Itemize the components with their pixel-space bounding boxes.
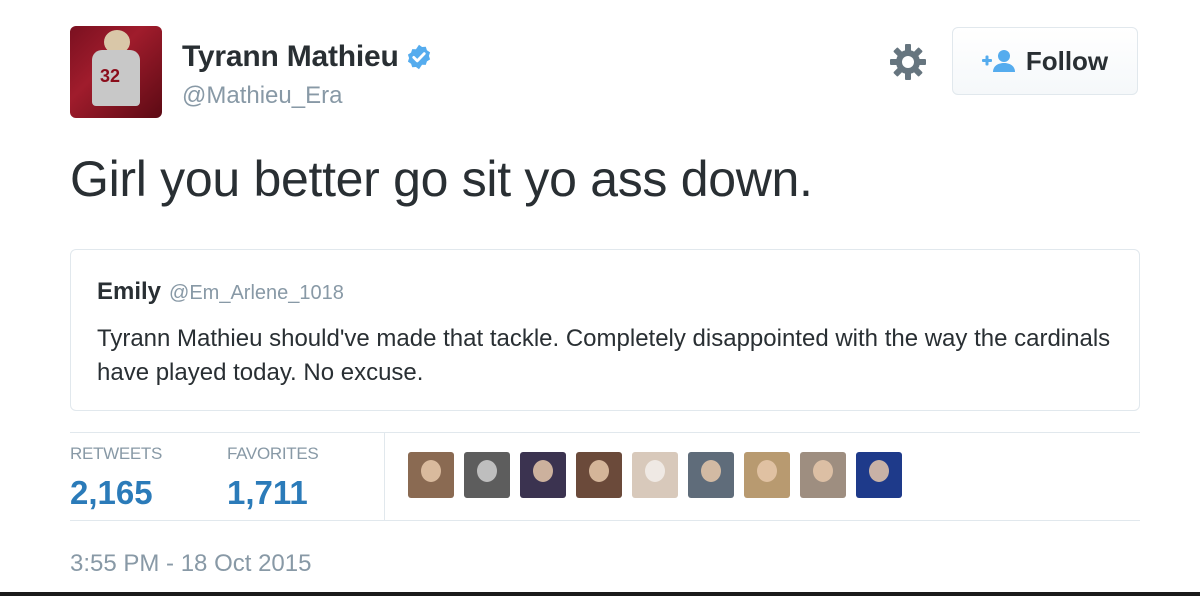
favoriter-avatar[interactable] [464,452,510,498]
favoriter-avatar[interactable] [408,452,454,498]
verified-badge-icon [407,44,430,70]
follow-button[interactable]: Follow [952,27,1138,95]
favorites-stat[interactable]: FAVORITES 1,711 [227,444,319,512]
quoted-tweet[interactable]: Emily @Em_Arlene_1018 Tyrann Mathieu sho… [70,249,1140,411]
author-handle[interactable]: @Mathieu_Era [182,82,342,110]
gear-icon[interactable] [888,42,928,82]
author-name-row: Tyrann Mathieu [182,40,433,74]
avatar-jersey-number: 32 [100,66,121,86]
favoriter-avatar[interactable] [800,452,846,498]
follow-label: Follow [1025,45,1109,76]
tweet-timestamp[interactable]: 3:55 PM - 18 Oct 2015 [70,550,311,578]
avatar[interactable]: 32 [70,26,162,118]
favoriter-avatar[interactable] [856,452,902,498]
favoriter-avatar[interactable] [632,452,678,498]
stats-divider-vertical [384,433,385,520]
quoted-author-handle: @Em_Arlene_1018 [169,282,344,304]
favoriter-avatar[interactable] [576,452,622,498]
favoriter-avatar[interactable] [520,452,566,498]
retweets-count: 2,165 [70,474,153,511]
favoriter-avatar[interactable] [688,452,734,498]
stats-divider-bottom [70,520,1140,521]
favoriter-avatar[interactable] [744,452,790,498]
tweet-text: Girl you better go sit yo ass down. [70,151,813,207]
add-user-icon [981,50,1015,72]
stats-divider-top [70,432,1140,433]
quoted-tweet-text: Tyrann Mathieu should've made that tackl… [97,325,1111,386]
retweets-stat[interactable]: RETWEETS 2,165 [70,444,162,512]
favorites-label: FAVORITES [227,444,319,463]
bottom-edge [0,592,1200,596]
favoriter-avatars [408,452,912,498]
quoted-author-name: Emily [97,278,162,305]
favorites-count: 1,711 [227,474,308,511]
author-name[interactable]: Tyrann Mathieu [182,40,399,74]
quoted-tweet-header: Emily @Em_Arlene_1018 [97,278,1113,306]
retweets-label: RETWEETS [70,444,163,463]
